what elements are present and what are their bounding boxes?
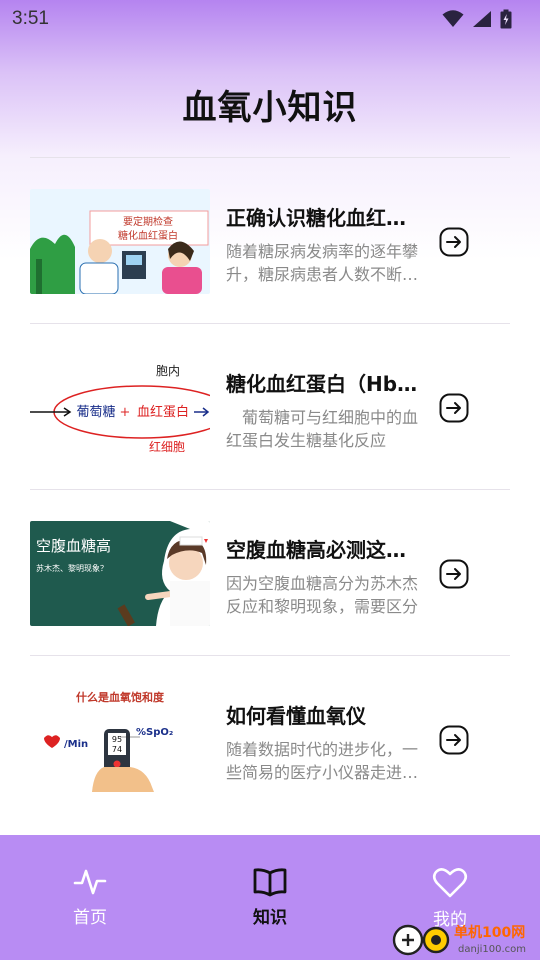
watermark-url: danji100.com: [458, 944, 526, 955]
article-item[interactable]: 空腹血糖高 苏木杰、黎明现象？ 空腹血糖高必测这两项 因为空腹血糖高分为苏木杰反…: [30, 490, 510, 655]
article-desc: 葡萄糖可与红细胞中的血红蛋白发生糖基化反应: [226, 408, 419, 450]
watermark-text: 单机100网: [454, 924, 525, 941]
arrow-right-icon[interactable]: [439, 725, 469, 755]
thumb-text: 红细胞: [149, 439, 185, 454]
thumb-text: 95: [112, 735, 122, 744]
thumb-text: +: [120, 405, 131, 420]
tab-knowledge[interactable]: 知识: [210, 867, 330, 928]
article-list: 要定期检查 糖化血红蛋白 正确认识糖化血红蛋白 随着糖尿病发病率的逐年攀升，糖尿…: [30, 157, 510, 821]
arrow-right-icon[interactable]: [439, 559, 469, 589]
thumb-text: %SpO₂: [136, 727, 173, 738]
arrow-right-icon[interactable]: [439, 227, 469, 257]
thumb-text: 74: [112, 745, 122, 754]
thumb-text: 葡萄糖: [76, 404, 115, 420]
article-item[interactable]: 要定期检查 糖化血红蛋白 正确认识糖化血红蛋白 随着糖尿病发病率的逐年攀升，糖尿…: [30, 158, 510, 323]
article-item[interactable]: 胞内 葡萄糖 + 血红蛋白 红细胞 糖化血红蛋白（HbA1c） 葡萄糖可与红细胞…: [30, 324, 510, 489]
article-desc: 随着数据时代的进步化，一些简易的医疗小仪器走进家庭: [226, 740, 419, 782]
signal-icon: [473, 11, 491, 27]
article-title: 正确认识糖化血红蛋白: [226, 206, 422, 230]
arrow-right-icon[interactable]: [439, 393, 469, 423]
pulse-icon: [73, 869, 107, 895]
status-bar: 3:51: [0, 0, 540, 38]
article-thumbnail: 要定期检查 糖化血红蛋白: [30, 189, 210, 294]
thumb-text: /Min: [64, 739, 88, 750]
wifi-icon: [442, 10, 464, 27]
book-icon: [253, 868, 287, 897]
article-thumbnail: 胞内 葡萄糖 + 血红蛋白 红细胞: [30, 355, 210, 460]
thumb-text: 苏木杰、黎明现象？: [36, 563, 108, 573]
article-thumbnail: 什么是血氧饱和度 /Min %SpO₂ 95 74: [30, 687, 210, 792]
article-desc: 因为空腹血糖高分为苏木杰反应和黎明现象，需要区分: [226, 574, 419, 616]
thumb-text: 要定期检查: [123, 215, 173, 228]
article-title: 糖化血红蛋白（HbA1c）: [226, 372, 422, 396]
thumb-text: 胞内: [156, 364, 180, 378]
article-thumbnail: 空腹血糖高 苏木杰、黎明现象？: [30, 521, 210, 626]
article-desc: 随着糖尿病发病率的逐年攀升，糖尿病患者人数不断增加: [226, 242, 419, 284]
article-title: 如何看懂血氧仪: [226, 704, 366, 728]
status-icons: [442, 9, 512, 29]
thumb-text: 血红蛋白: [137, 404, 189, 420]
thumb-text: 空腹血糖高: [36, 537, 111, 555]
thumb-text: 糖化血红蛋白: [118, 229, 178, 242]
status-time: 3:51: [12, 8, 49, 29]
tab-home[interactable]: 首页: [30, 867, 150, 928]
article-item[interactable]: 什么是血氧饱和度 /Min %SpO₂ 95 74 如何看懂血氧仪 随着数据时代…: [30, 656, 510, 821]
watermark-logo: 单机100网 danji100.com: [392, 924, 526, 956]
heart-icon: [432, 868, 468, 898]
tab-label: 首页: [73, 908, 107, 928]
tab-label: 知识: [253, 908, 287, 928]
page-title: 血氧小知识: [182, 88, 358, 128]
battery-icon: [500, 9, 512, 29]
article-title: 空腹血糖高必测这两项: [226, 538, 422, 562]
thumb-text: 什么是血氧饱和度: [76, 690, 165, 704]
